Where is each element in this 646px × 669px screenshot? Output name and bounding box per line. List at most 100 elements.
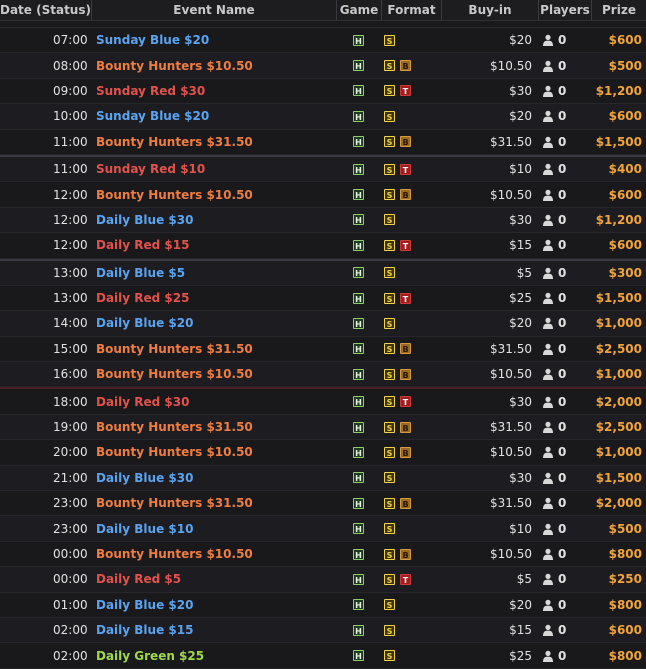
event-name[interactable]: Daily Red $15 <box>91 233 336 257</box>
column-header-format[interactable]: Format <box>381 0 441 20</box>
column-header-game[interactable]: Game <box>336 0 381 20</box>
format-cell: ST <box>381 286 441 310</box>
table-row[interactable]: 13:00 Daily Blue $5 H S $5 0 $300 <box>0 258 646 286</box>
standard-format-icon: S <box>384 548 395 560</box>
table-row[interactable]: 15:00 Bounty Hunters $31.50 H S B $31.50 0 $2,5… <box>0 336 646 363</box>
table-row[interactable]: 08:00 Bounty Hunters $10.50 H S B $10.50 0 $500 <box>0 53 646 79</box>
column-header-event-name[interactable]: Event Name <box>91 0 336 20</box>
event-name[interactable]: Sunday Red $30 <box>91 79 336 103</box>
table-row[interactable]: 18:00 Daily Red $30 H S T $30 0 $2,000 <box>0 387 646 415</box>
table-row[interactable]: 00:00 Bounty Hunters $10.50 H S B $10.50 0 $800 <box>0 541 646 568</box>
event-name[interactable]: Bounty Hunters $10.50 <box>91 542 336 566</box>
event-name[interactable]: Sunday Blue $20 <box>91 104 336 128</box>
table-row[interactable]: 14:00 Daily Blue $20 H S $20 0 $1,000 <box>0 311 646 337</box>
table-row[interactable]: 02:00 Daily Blue $15 H S $15 0 $600 <box>0 617 646 644</box>
event-name[interactable]: Daily Red $30 <box>91 389 336 413</box>
players-count: 0 <box>558 521 567 536</box>
event-name[interactable]: Daily Blue $30 <box>91 466 336 490</box>
event-name[interactable]: Bounty Hunters $10.50 <box>91 53 336 77</box>
game-cell: H <box>336 337 381 361</box>
column-header-players[interactable]: Players <box>538 0 591 20</box>
table-row[interactable]: 20:00 Bounty Hunters $10.50 H S B $10.50 0 $1,0… <box>0 440 646 466</box>
event-name[interactable]: Daily Red $5 <box>91 567 336 591</box>
prize-amount: $2,000 <box>595 394 642 409</box>
event-name[interactable]: Bounty Hunters $31.50 <box>91 415 336 439</box>
table-row[interactable]: 16:00 Bounty Hunters $10.50 H S B $10.50 0 $1,0… <box>0 362 646 388</box>
event-name[interactable]: Daily Blue $20 <box>91 311 336 335</box>
person-icon <box>542 189 554 201</box>
start-time: 11:00 <box>53 162 88 177</box>
person-icon <box>542 136 554 148</box>
bounty-format-icon: B <box>400 189 411 201</box>
start-time: 15:00 <box>53 341 88 356</box>
table-row[interactable]: 21:00 Daily Blue $30 H S $30 0 $1,500 <box>0 465 646 492</box>
table-row[interactable]: 10:00 Sunday Blue $20 H S $20 0 $600 <box>0 104 646 130</box>
buy-in-amount: $30 <box>509 470 532 485</box>
table-row[interactable]: 11:00 Bounty Hunters $31.50 H S B $31.50 0 $1,5… <box>0 129 646 155</box>
game-cell: H <box>336 182 381 206</box>
table-row[interactable]: 12:00 Bounty Hunters $10.50 H S B $10.50 0 $600 <box>0 182 646 208</box>
event-name[interactable]: Daily Blue $30 <box>91 208 336 232</box>
format-cell: SB <box>381 337 441 361</box>
person-icon <box>542 292 554 305</box>
start-time: 07:00 <box>53 33 88 48</box>
players-cell: 0 <box>538 53 591 77</box>
person-icon <box>542 446 554 459</box>
event-name[interactable]: Bounty Hunters $10.50 <box>91 182 336 206</box>
prize-amount: $1,200 <box>595 83 642 98</box>
event-name[interactable]: Daily Blue $20 <box>91 593 336 617</box>
table-row[interactable]: 01:00 Daily Blue $20 H S $20 0 $800 <box>0 592 646 618</box>
start-time: 08:00 <box>53 58 88 73</box>
format-cell: S <box>381 311 441 335</box>
table-row[interactable]: 11:00 Sunday Red $10 H S T $10 0 $400 <box>0 154 646 183</box>
players-cell: 0 <box>538 516 591 540</box>
table-row[interactable]: 19:00 Bounty Hunters $31.50 H S B $31.50 0 $2,5… <box>0 414 646 441</box>
table-row[interactable]: 00:00 Daily Red $5 H S T $5 0 $250 <box>0 567 646 593</box>
players-cell: 0 <box>538 337 591 361</box>
game-cell: H <box>336 618 381 642</box>
event-name[interactable]: Bounty Hunters $31.50 <box>91 130 336 154</box>
game-cell: H <box>336 593 381 617</box>
game-cell: H <box>336 491 381 515</box>
holdem-game-icon: H <box>353 343 364 355</box>
standard-format-icon: S <box>384 396 395 408</box>
prize-amount: $600 <box>608 33 642 48</box>
prize-amount: $1,500 <box>595 291 642 306</box>
event-name[interactable]: Sunday Red $10 <box>91 157 336 181</box>
event-name[interactable]: Daily Blue $5 <box>91 261 336 285</box>
game-cell: H <box>336 286 381 310</box>
column-header-prize[interactable]: Prize <box>591 0 646 20</box>
person-icon <box>542 85 554 97</box>
holdem-game-icon: H <box>353 85 364 97</box>
person-icon <box>542 650 554 662</box>
event-name[interactable]: Bounty Hunters $31.50 <box>91 491 336 515</box>
event-name[interactable]: Sunday Blue $20 <box>91 28 336 52</box>
table-row[interactable]: 12:00 Daily Blue $30 H S $30 0 $1,200 <box>0 207 646 234</box>
standard-format-icon: S <box>384 317 395 329</box>
column-header-date[interactable]: Date (Status) <box>0 0 91 20</box>
event-name[interactable]: Bounty Hunters $10.50 <box>91 362 336 386</box>
table-row[interactable]: 07:00 Sunday Blue $20 H S $20 0 $600 <box>0 28 646 54</box>
column-header-buy-in[interactable]: Buy-in <box>441 0 538 20</box>
table-row[interactable]: 02:00 Daily Green $25 H S $25 0 $800 <box>0 643 646 669</box>
table-row[interactable]: 09:00 Sunday Red $30 H S T $30 0 $1,200 <box>0 78 646 105</box>
buy-in-amount: $30 <box>509 394 532 409</box>
players-count: 0 <box>558 187 567 202</box>
table-row[interactable]: 23:00 Daily Blue $10 H S $10 0 $500 <box>0 516 646 542</box>
prize-amount: $2,500 <box>595 341 642 356</box>
person-icon <box>542 548 554 560</box>
event-name[interactable]: Daily Green $25 <box>91 643 336 667</box>
person-icon <box>542 214 554 226</box>
prize-amount: $1,500 <box>595 470 642 485</box>
table-row[interactable]: 12:00 Daily Red $15 H S T $15 0 $600 <box>0 233 646 259</box>
event-name[interactable]: Daily Blue $10 <box>91 516 336 540</box>
event-name[interactable]: Bounty Hunters $10.50 <box>91 440 336 464</box>
event-name[interactable]: Bounty Hunters $31.50 <box>91 337 336 361</box>
table-row[interactable]: 23:00 Bounty Hunters $31.50 H S B $31.50 0 $2,0… <box>0 491 646 517</box>
table-row[interactable]: 13:00 Daily Red $25 H S T $25 0 $1,500 <box>0 285 646 312</box>
event-name[interactable]: Daily Red $25 <box>91 286 336 310</box>
holdem-game-icon: H <box>353 136 364 148</box>
standard-format-icon: S <box>384 267 395 279</box>
players-cell: 0 <box>538 261 591 285</box>
event-name[interactable]: Daily Blue $15 <box>91 618 336 642</box>
